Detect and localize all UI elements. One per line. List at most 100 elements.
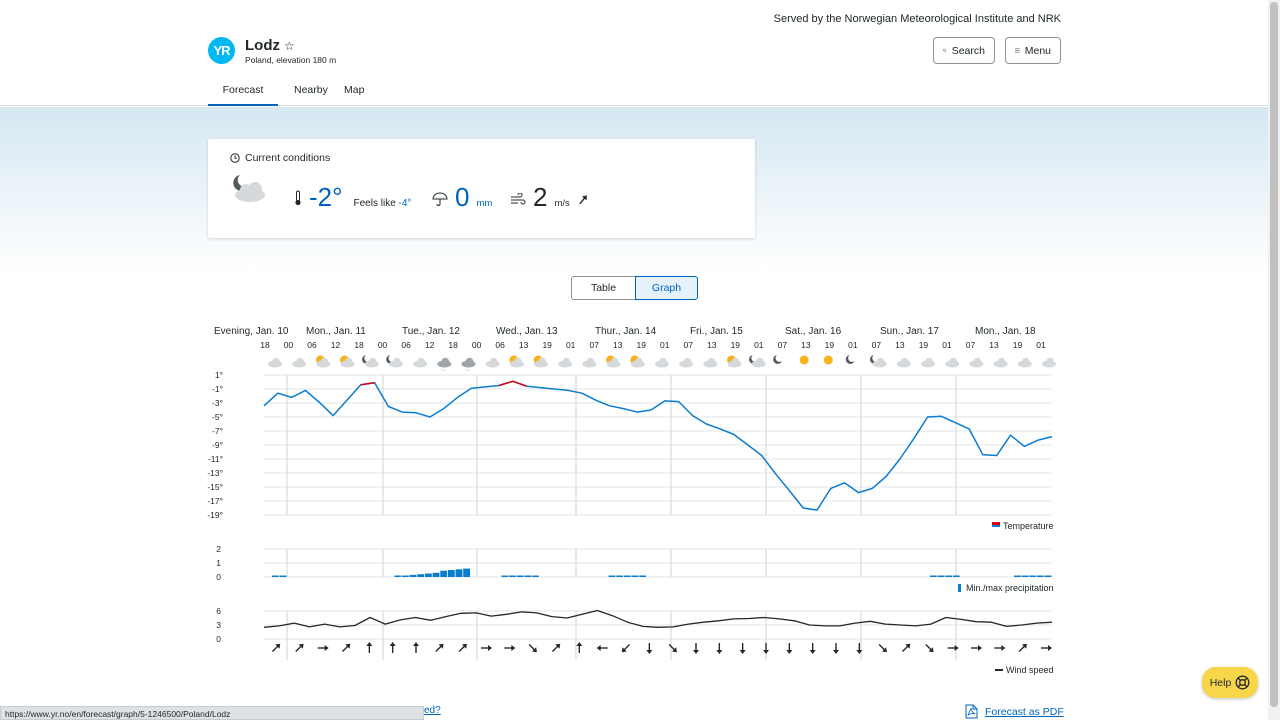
wind-arrow-e-icon — [971, 645, 982, 651]
light-snow-icon: ·.· — [461, 357, 476, 373]
temp-tick-label: -5° — [212, 412, 223, 422]
arrow-head — [716, 650, 723, 654]
cloud-icon — [703, 357, 718, 368]
hour-label: 07 — [872, 340, 882, 350]
cloud-icon — [655, 357, 669, 368]
arrow-shaft — [623, 643, 631, 651]
day-header: Fri., Jan. 15 — [690, 326, 743, 337]
partial-link[interactable]: ed? — [424, 705, 441, 716]
wind-tick-label: 6 — [216, 606, 221, 616]
wind-arrow-n-icon — [413, 642, 419, 653]
partly-sunny-icon — [630, 355, 645, 368]
wind-arrow-n-icon — [576, 642, 583, 653]
wind-arrow-s-icon — [693, 643, 699, 654]
wind-arrow-ne-icon — [901, 643, 911, 653]
scrollbar-thumb[interactable] — [1270, 2, 1278, 707]
cloud-shape — [659, 357, 667, 366]
cloud-shape — [562, 357, 571, 366]
wind-arrow-ne-icon — [435, 643, 444, 653]
cloud-shape — [635, 357, 643, 366]
arrow-head — [646, 650, 653, 654]
precip-bar — [509, 575, 516, 577]
day-header: Sat., Jan. 16 — [785, 326, 842, 337]
arrow-shaft — [458, 645, 466, 653]
arrow-head — [596, 645, 601, 651]
cloud-shape — [441, 357, 450, 366]
feels-like: Feels like -4° — [354, 198, 412, 209]
wind-icon — [511, 193, 526, 205]
current-conditions-title: Current conditions — [245, 152, 331, 164]
precip-tick-label: 2 — [216, 544, 221, 554]
precip-bar — [524, 575, 532, 577]
precip-bar — [937, 575, 945, 577]
temp-tick-label: -3° — [212, 398, 223, 408]
wind-tick-label: 0 — [216, 634, 221, 644]
temp-tick-label: 1° — [215, 370, 223, 380]
wind-legend-label: Wind speed — [1006, 665, 1054, 675]
precip-bar — [455, 569, 463, 577]
arrow-shaft — [295, 645, 302, 653]
cloud-icon — [969, 357, 984, 368]
hour-label: 18 — [448, 340, 458, 350]
arrow-head — [1048, 645, 1052, 651]
sun-icon — [799, 355, 809, 365]
tab-nearby[interactable]: Nearby — [294, 78, 328, 106]
precip-tick-label: 1 — [216, 558, 221, 568]
wind-arrow-ne-icon — [295, 643, 304, 653]
precipitation-value: 0 — [455, 182, 470, 212]
cloud-shape — [925, 357, 933, 366]
search-button[interactable]: Search — [933, 37, 995, 64]
table-view-button[interactable]: Table — [571, 276, 635, 300]
day-header: Mon., Jan. 18 — [975, 326, 1036, 337]
thermometer-icon — [295, 190, 301, 206]
cloud-shape — [417, 357, 425, 366]
cloud-icon — [921, 357, 936, 368]
arrow-head — [809, 650, 816, 654]
page-scrollbar[interactable] — [1268, 0, 1280, 720]
forecast-pdf-link[interactable]: Forecast as PDF — [965, 704, 1064, 719]
cloud-icon — [582, 357, 597, 368]
partly-sunny-icon — [340, 355, 355, 368]
arrow-head — [693, 650, 699, 654]
hour-label: 00 — [284, 340, 294, 350]
partly-cloudy-night-icon — [233, 175, 265, 202]
precip-bar — [639, 575, 647, 577]
partly-sunny-icon — [606, 355, 621, 368]
cloud-shape — [707, 357, 716, 366]
help-button[interactable]: Help — [1202, 667, 1258, 698]
arrow-shaft — [668, 643, 676, 651]
arrow-shaft — [901, 645, 909, 653]
yr-logo-icon[interactable]: YR — [208, 37, 235, 64]
precip-legend-label: Min./max precipitation — [966, 583, 1054, 593]
wind-arrow-e-icon — [317, 645, 329, 651]
precip-tick-label: 0 — [216, 572, 221, 582]
day-header: Thur., Jan. 14 — [595, 326, 657, 337]
precip-bar — [929, 575, 937, 577]
tab-forecast[interactable]: Forecast — [208, 78, 278, 106]
day-header: Wed., Jan. 13 — [496, 326, 558, 337]
search-label: Search — [951, 44, 985, 57]
wind-arrow-s-icon — [646, 643, 653, 654]
cloud-icon — [993, 357, 1008, 368]
clock-icon — [230, 153, 240, 163]
temperature-legend-swatch — [992, 525, 1000, 527]
sun-shape — [823, 355, 833, 365]
temp-tick-label: -19° — [207, 510, 223, 520]
partly-sunny-icon — [509, 355, 524, 368]
cloud-icon — [945, 357, 960, 368]
favorite-star-icon[interactable]: ☆ — [284, 39, 295, 53]
location-name: Lodz — [245, 37, 280, 54]
menu-button[interactable]: Menu — [1005, 37, 1061, 64]
wind-arrow-s-icon — [716, 643, 723, 654]
hour-label: 19 — [825, 340, 835, 350]
cloud-icon — [1017, 357, 1032, 368]
umbrella-icon — [432, 192, 448, 206]
precip-bar — [952, 575, 960, 577]
precip-bar — [279, 575, 287, 577]
tab-map[interactable]: Map — [344, 78, 364, 106]
graph-view-button[interactable]: Graph — [635, 276, 698, 300]
hour-label: 12 — [331, 340, 341, 350]
cloud-shape — [320, 357, 329, 366]
wind-arrow-ne-icon — [551, 643, 561, 653]
arrow-shaft — [878, 643, 886, 651]
